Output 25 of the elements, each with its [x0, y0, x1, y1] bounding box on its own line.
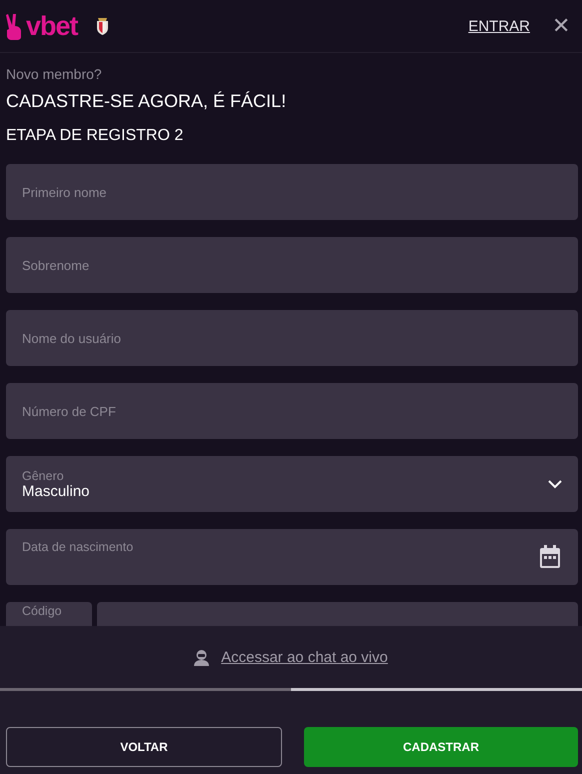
crest-icon	[96, 16, 109, 36]
field-label: Código	[22, 604, 62, 618]
date-field[interactable]: Data de nascimento	[6, 529, 578, 585]
logo-text: vbet	[26, 10, 78, 42]
calendar-icon	[539, 545, 561, 569]
support-agent-icon	[194, 648, 210, 666]
chevron-down-icon	[548, 480, 562, 488]
close-button[interactable]: ✕	[552, 13, 570, 39]
field-label: Gênero	[22, 468, 64, 482]
text-input-field[interactable]: Primeiro nome	[6, 164, 578, 220]
text-input-field[interactable]: Nome do usuário	[6, 310, 578, 366]
live-chat-link[interactable]: Accessar ao chat ao vivo	[221, 648, 388, 666]
hand-logo-icon	[6, 12, 24, 40]
new-member-text: Novo membro?	[6, 66, 103, 82]
login-link[interactable]: ENTRAR	[468, 18, 530, 34]
signup-title: CADASTRE-SE AGORA, É FÁCIL!	[6, 91, 288, 112]
text-input-field[interactable]: Número de CPF	[6, 383, 578, 439]
code-field[interactable]: Código	[6, 602, 92, 626]
text-input-field[interactable]: Sobrenome	[6, 237, 578, 293]
gender-select-field[interactable]: Gênero Masculino	[6, 456, 578, 512]
field-label: Data de nascimento	[22, 540, 134, 554]
step-title: ETAPA DE REGISTRO 2	[6, 127, 184, 145]
back-button[interactable]: VOLTAR	[6, 727, 282, 767]
field-value: Masculino	[22, 482, 90, 500]
register-button[interactable]: CADASTRAR	[304, 727, 578, 767]
